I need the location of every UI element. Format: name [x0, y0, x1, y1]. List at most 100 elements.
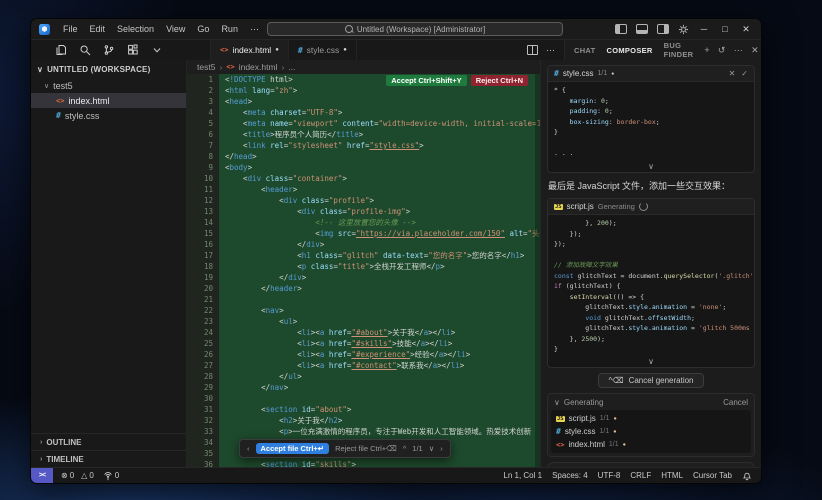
cursor-tab[interactable]: Cursor Tab	[693, 471, 732, 480]
encoding[interactable]: UTF-8	[598, 471, 621, 480]
editor-actions-more-icon[interactable]: ⋯	[546, 45, 556, 56]
language-mode[interactable]: HTML	[661, 471, 683, 480]
expand-card-icon[interactable]: ∨	[548, 162, 754, 172]
problems-indicator[interactable]: ⊗ 0 △ 0	[61, 471, 94, 480]
search-view-icon[interactable]	[79, 40, 91, 61]
cursor-position[interactable]: Ln 1, Col 1	[503, 471, 542, 480]
breadcrumb-item[interactable]: test5	[197, 62, 215, 72]
explorer-icon[interactable]	[55, 40, 67, 61]
remote-indicator[interactable]: ><	[31, 468, 53, 483]
code-line[interactable]: <ul>	[225, 316, 540, 327]
code-line[interactable]	[225, 294, 540, 305]
close-button[interactable]: ✕	[740, 24, 752, 35]
code-line[interactable]: <p>一位充满激情的程序员，专注于Web开发和人工智能领域。热爱技术创新	[225, 426, 540, 437]
code-line[interactable]: </head>	[225, 151, 540, 162]
code-line[interactable]: <li><a href="#about">关于我</a></li>	[225, 327, 540, 338]
next-file-icon[interactable]: ›	[440, 444, 443, 453]
generating-file-style.css[interactable]: #style.css1/1●	[556, 425, 746, 438]
file-style.css[interactable]: #style.css	[31, 108, 186, 123]
accept-file-button[interactable]: Accept file Ctrl+↵	[256, 443, 330, 454]
modified-dot-icon[interactable]: ●	[275, 47, 279, 53]
code-line[interactable]: <li><a href="#experience">经验</a></li>	[225, 349, 540, 360]
reject-file-button[interactable]: Reject file Ctrl+⌫	[335, 444, 397, 453]
panel-tab-bug-finder[interactable]: BUG FINDER	[664, 40, 694, 61]
code-line[interactable]: <li><a href="#skills">技能</a></li>	[225, 338, 540, 349]
code-line[interactable]: </ul>	[225, 371, 540, 382]
next-change-icon[interactable]: ∨	[429, 444, 435, 453]
breadcrumb-item[interactable]: index.html	[239, 62, 278, 72]
code-line[interactable]: </nav>	[225, 382, 540, 393]
maximize-button[interactable]: □	[719, 24, 731, 34]
card-file-name[interactable]: script.js	[567, 202, 594, 211]
folder-test5[interactable]: ∨ test5	[31, 78, 186, 93]
code-line[interactable]: <!-- 这里放置您的头像 -->	[225, 217, 540, 228]
code-line[interactable]	[225, 393, 540, 404]
card-file-name[interactable]: style.css	[563, 69, 594, 78]
code-line[interactable]: <div class="container">	[225, 173, 540, 184]
code-line[interactable]: <p class="title">全栈开发工程师</p>	[225, 261, 540, 272]
code-content[interactable]: <!DOCTYPE html><html lang="zh"><head> <m…	[219, 74, 540, 467]
menu-go[interactable]: Go	[191, 24, 215, 34]
toggle-panel-icon[interactable]	[636, 24, 648, 34]
bell-icon[interactable]	[742, 471, 752, 481]
tab-style.css[interactable]: #style.css●	[289, 40, 357, 60]
code-line[interactable]: <body>	[225, 162, 540, 173]
minimize-button[interactable]: ─	[698, 24, 710, 34]
card-reject-icon[interactable]: ✕	[729, 69, 736, 78]
code-line[interactable]: <li><a href="#contact">联系我</a></li>	[225, 360, 540, 371]
code-line[interactable]: <link rel="stylesheet" href="style.css">	[225, 140, 540, 151]
split-editor-icon[interactable]	[527, 45, 538, 55]
code-line[interactable]: <img src="https://via.placeholder.com/15…	[225, 228, 540, 239]
code-editor[interactable]: 1234567891011121314151617181920212223242…	[187, 74, 540, 467]
code-line[interactable]: <div class="profile-img">	[225, 206, 540, 217]
eol[interactable]: CRLF	[630, 471, 651, 480]
expand-card-icon[interactable]: ∨	[548, 357, 754, 367]
command-center-search[interactable]: Untitled (Workspace) [Administrator]	[267, 22, 563, 36]
file-index.html[interactable]: <>index.html	[31, 93, 186, 108]
card-accept-icon[interactable]: ✓	[741, 69, 748, 78]
breadcrumb[interactable]: test5›<>index.html›...	[187, 60, 540, 74]
panel-more-icon[interactable]: ⋯	[734, 45, 743, 56]
code-line[interactable]: </div>	[225, 272, 540, 283]
prev-change-icon[interactable]: ^	[403, 444, 407, 453]
gear-icon[interactable]	[678, 24, 689, 35]
toggle-sidebar-icon[interactable]	[615, 24, 627, 34]
code-line[interactable]: <title>程序员个人简历</title>	[225, 129, 540, 140]
tab-index.html[interactable]: <>index.html●	[211, 40, 289, 60]
outline-section[interactable]: › OUTLINE	[31, 433, 186, 450]
cancel-generation-button[interactable]: ^⌫ Cancel generation	[598, 373, 703, 388]
accept-diff-button[interactable]: Accept Ctrl+Shift+Y	[386, 75, 466, 86]
prev-file-icon[interactable]: ‹	[247, 444, 250, 453]
menu-selection[interactable]: Selection	[111, 24, 160, 34]
breadcrumb-item[interactable]: ...	[288, 62, 295, 72]
code-line[interactable]: <meta name="viewport" content="width=dev…	[225, 118, 540, 129]
indentation[interactable]: Spaces: 4	[552, 471, 588, 480]
reject-diff-button[interactable]: Reject Ctrl+N	[471, 75, 528, 86]
panel-tab-chat[interactable]: CHAT	[574, 40, 595, 61]
panel-close-icon[interactable]: ✕	[751, 45, 759, 56]
generating-file-index.html[interactable]: <>index.html1/1●	[556, 438, 746, 451]
code-line[interactable]: <section id="about">	[225, 404, 540, 415]
broadcast-indicator[interactable]: 0	[103, 471, 119, 481]
generating-file-script.js[interactable]: JSscript.js1/1●	[556, 412, 746, 425]
code-line[interactable]: <head>	[225, 96, 540, 107]
code-line[interactable]: </div>	[225, 239, 540, 250]
code-line[interactable]: <h1 class="glitch" data-text="您的名字">您的名字…	[225, 250, 540, 261]
code-line[interactable]: <div class="profile">	[225, 195, 540, 206]
toggle-secondary-sidebar-icon[interactable]	[657, 24, 669, 34]
menu-edit[interactable]: Edit	[84, 24, 112, 34]
code-line[interactable]: <html lang="zh">	[225, 85, 540, 96]
editor-scrollbar[interactable]	[535, 74, 540, 467]
generating-cancel-link[interactable]: Cancel	[723, 398, 748, 407]
modified-dot-icon[interactable]: ●	[343, 47, 347, 53]
code-line[interactable]: </header>	[225, 283, 540, 294]
menu-run[interactable]: Run	[215, 24, 244, 34]
code-line[interactable]: <header>	[225, 184, 540, 195]
code-line[interactable]: <section id="skills">	[225, 459, 540, 467]
new-chat-icon[interactable]: +	[704, 45, 710, 55]
code-line[interactable]: <meta charset="UTF-8">	[225, 107, 540, 118]
timeline-section[interactable]: › TIMELINE	[31, 450, 186, 467]
menu-view[interactable]: View	[160, 24, 191, 34]
workspace-header[interactable]: ∨ UNTITLED (WORKSPACE)	[31, 62, 186, 78]
code-line[interactable]: <nav>	[225, 305, 540, 316]
